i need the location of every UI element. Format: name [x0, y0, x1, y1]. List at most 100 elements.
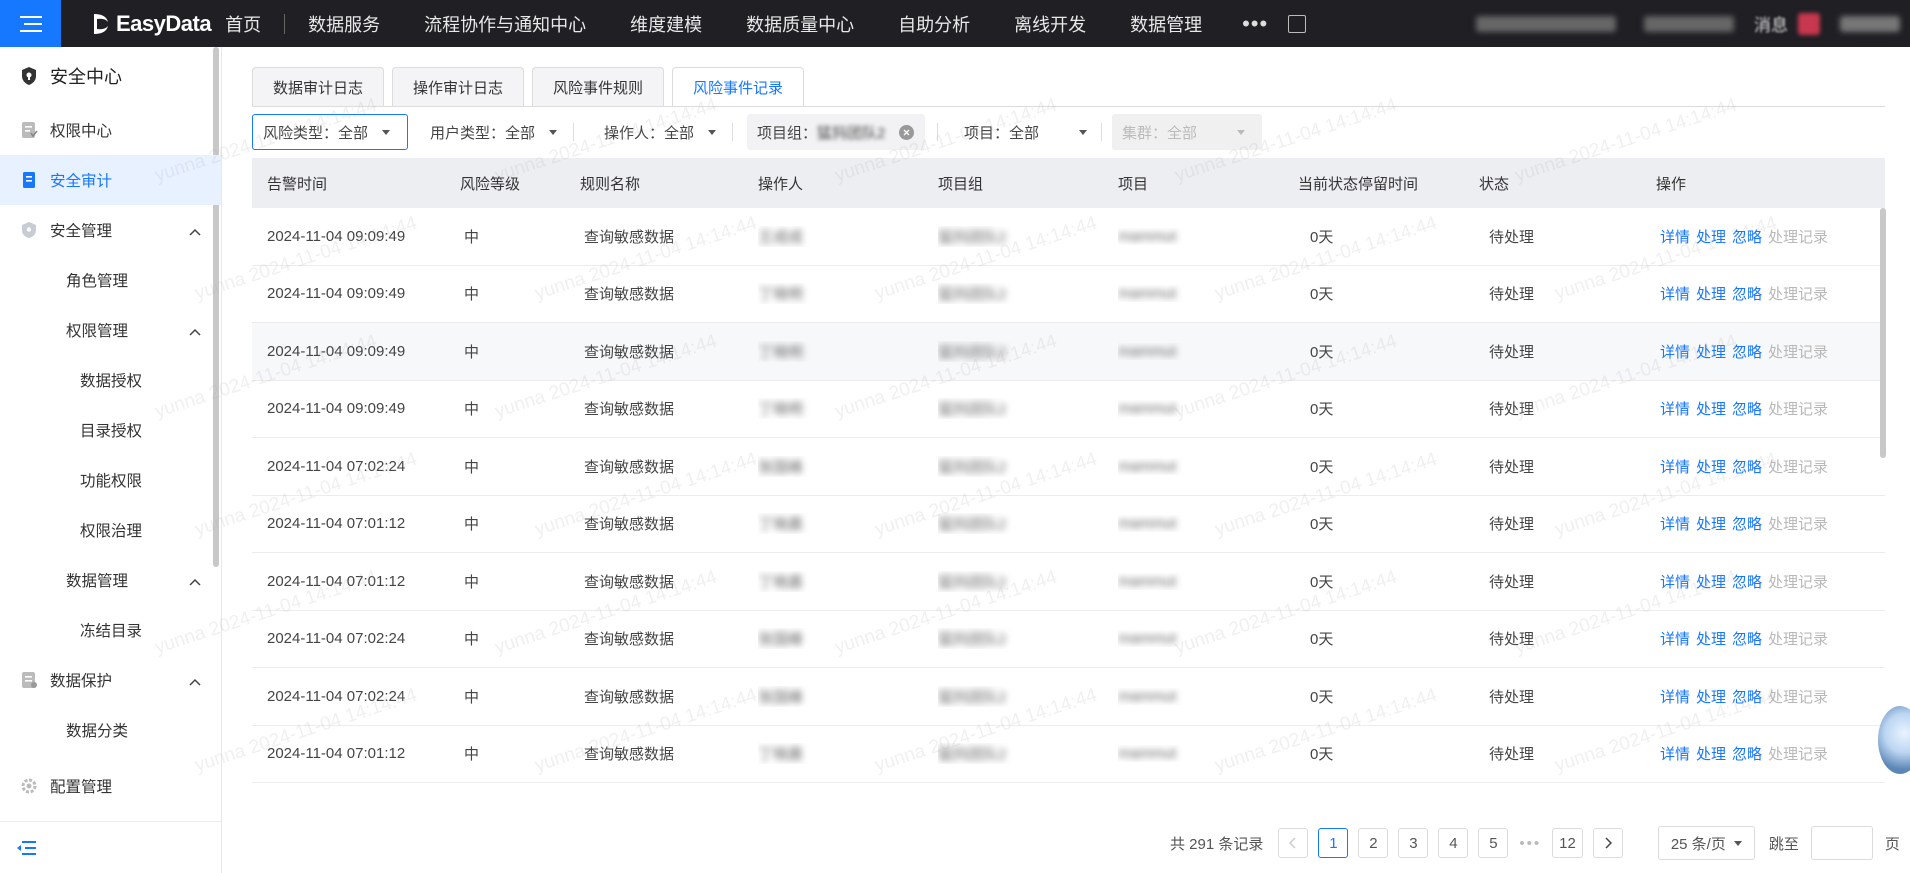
details-link[interactable]: 详情 — [1660, 574, 1690, 591]
sidebar-item[interactable]: 配置管理 — [0, 761, 221, 811]
handle-link[interactable]: 处理 — [1696, 574, 1726, 591]
history-link[interactable]: 处理记录 — [1768, 286, 1828, 303]
nav-item[interactable]: 维度建模 — [608, 11, 724, 37]
history-link[interactable]: 处理记录 — [1768, 401, 1828, 418]
table-row[interactable]: 2024-11-04 07:02:24 中 查询敏感数据 张国峰 猛犸团队2 mammut… — [252, 438, 1885, 496]
details-link[interactable]: 详情 — [1660, 286, 1690, 303]
sidebar-item[interactable]: 数据保护 — [0, 655, 221, 705]
nav-item[interactable]: 流程协作与通知中心 — [402, 11, 608, 37]
history-link[interactable]: 处理记录 — [1768, 746, 1828, 763]
sidebar-item[interactable]: 数据管理 — [0, 555, 221, 605]
table-row[interactable]: 2024-11-04 07:01:12 中 查询敏感数据 丁晓晨 猛犸团队2 mammut… — [252, 553, 1885, 611]
table-row[interactable]: 2024-11-04 09:09:49 中 查询敏感数据 王成成 猛犸团队2 mammut… — [252, 208, 1885, 266]
project-group-select[interactable]: 项目组： 猛犸团队2 — [747, 114, 926, 150]
ignore-link[interactable]: 忽略 — [1732, 344, 1762, 361]
project-select[interactable]: 项目：全部 — [954, 114, 1097, 150]
sidebar-item[interactable]: 安全管理 — [0, 205, 221, 255]
details-link[interactable]: 详情 — [1660, 516, 1690, 533]
handle-link[interactable]: 处理 — [1696, 631, 1726, 648]
chevron-up-icon[interactable] — [189, 223, 201, 236]
chevron-up-icon[interactable] — [189, 323, 201, 336]
table-row[interactable]: 2024-11-04 07:01:12 中 查询敏感数据 丁晓晨 猛犸团队2 mammut… — [252, 726, 1885, 783]
page-button[interactable]: 4 — [1438, 828, 1469, 858]
table-row[interactable]: 2024-11-04 07:02:24 中 查询敏感数据 张国峰 猛犸团队2 mammut… — [252, 611, 1885, 668]
sidebar-item[interactable]: 功能权限 — [0, 455, 221, 505]
sidebar-item[interactable]: 角色管理 — [0, 255, 221, 305]
menu-toggle-button[interactable] — [0, 0, 61, 47]
ignore-link[interactable]: 忽略 — [1732, 286, 1762, 303]
details-link[interactable]: 详情 — [1660, 746, 1690, 763]
operator-select[interactable]: 操作人：全部 — [594, 114, 726, 150]
nav-item[interactable]: 离线开发 — [992, 11, 1108, 37]
more-nav-button[interactable]: ••• — [1224, 11, 1286, 37]
nav-item[interactable]: 自助分析 — [876, 11, 992, 37]
details-link[interactable]: 详情 — [1660, 401, 1690, 418]
handle-link[interactable]: 处理 — [1696, 344, 1726, 361]
handle-link[interactable]: 处理 — [1696, 229, 1726, 246]
details-link[interactable]: 详情 — [1660, 229, 1690, 246]
page-button[interactable]: 1 — [1318, 828, 1349, 858]
chevron-up-icon[interactable] — [189, 673, 201, 686]
tab-1[interactable]: 数据审计日志 — [252, 67, 385, 107]
page-button[interactable]: 3 — [1398, 828, 1429, 858]
sidebar-item[interactable]: 数据分类 — [0, 705, 221, 755]
add-shortcut-icon[interactable] — [1288, 14, 1307, 33]
tab-4[interactable]: 风险事件记录 — [672, 67, 805, 107]
page-button[interactable]: 5 — [1478, 828, 1509, 858]
tab-3[interactable]: 风险事件规则 — [532, 67, 665, 107]
history-link[interactable]: 处理记录 — [1768, 631, 1828, 648]
sidebar-item[interactable]: 目录授权 — [0, 405, 221, 455]
ignore-link[interactable]: 忽略 — [1732, 401, 1762, 418]
table-row[interactable]: 2024-11-04 09:09:49 中 查询敏感数据 丁晓明 猛犸团队2 mammut… — [252, 381, 1885, 438]
sidebar-item[interactable]: 权限管理 — [0, 305, 221, 355]
history-link[interactable]: 处理记录 — [1768, 574, 1828, 591]
sidebar-item[interactable]: 冻结目录 — [0, 605, 221, 655]
page-button[interactable]: 2 — [1358, 828, 1389, 858]
handle-link[interactable]: 处理 — [1696, 401, 1726, 418]
page-ellipsis[interactable]: ••• — [1519, 835, 1541, 852]
brand-logo[interactable]: EasyData — [91, 11, 212, 37]
next-page-button[interactable] — [1592, 828, 1623, 858]
nav-item[interactable]: 数据质量中心 — [724, 11, 876, 37]
details-link[interactable]: 详情 — [1660, 631, 1690, 648]
sidebar-item[interactable]: 数据授权 — [0, 355, 221, 405]
nav-item[interactable]: 数据管理 — [1108, 11, 1224, 37]
message-link[interactable]: 消息 — [1754, 11, 1788, 36]
history-link[interactable]: 处理记录 — [1768, 344, 1828, 361]
details-link[interactable]: 详情 — [1660, 689, 1690, 706]
handle-link[interactable]: 处理 — [1696, 516, 1726, 533]
risk-type-select[interactable]: 风险类型：全部 — [252, 114, 408, 150]
tab-2[interactable]: 操作审计日志 — [392, 67, 525, 107]
nav-item[interactable]: 首页 — [219, 11, 283, 37]
sidebar-item[interactable]: 安全审计 — [0, 155, 221, 205]
table-row[interactable]: 2024-11-04 07:01:12 中 查询敏感数据 丁晓晨 猛犸团队2 mammut… — [252, 496, 1885, 553]
details-link[interactable]: 详情 — [1660, 344, 1690, 361]
chevron-up-icon[interactable] — [189, 573, 201, 586]
history-link[interactable]: 处理记录 — [1768, 689, 1828, 706]
table-scrollbar[interactable] — [1880, 208, 1886, 458]
sidebar-item[interactable]: 权限中心 — [0, 105, 221, 155]
ignore-link[interactable]: 忽略 — [1732, 631, 1762, 648]
ignore-link[interactable]: 忽略 — [1732, 574, 1762, 591]
page-size-select[interactable]: 25 条/页 — [1657, 826, 1755, 860]
user-avatar[interactable] — [1840, 15, 1900, 32]
clear-icon[interactable] — [899, 124, 915, 140]
ignore-link[interactable]: 忽略 — [1732, 689, 1762, 706]
handle-link[interactable]: 处理 — [1696, 459, 1726, 476]
table-row[interactable]: 2024-11-04 09:09:49 中 查询敏感数据 丁晓明 猛犸团队2 mammut… — [252, 266, 1885, 323]
ignore-link[interactable]: 忽略 — [1732, 516, 1762, 533]
history-link[interactable]: 处理记录 — [1768, 459, 1828, 476]
details-link[interactable]: 详情 — [1660, 459, 1690, 476]
jump-page-input[interactable] — [1810, 826, 1873, 860]
sidebar-item[interactable]: 权限治理 — [0, 505, 221, 555]
ignore-link[interactable]: 忽略 — [1732, 746, 1762, 763]
table-row[interactable]: 2024-11-04 09:09:49 中 查询敏感数据 丁晓明 猛犸团队2 mammut… — [252, 323, 1885, 381]
collapse-sidebar-button[interactable] — [0, 821, 221, 873]
ignore-link[interactable]: 忽略 — [1732, 229, 1762, 246]
ignore-link[interactable]: 忽略 — [1732, 459, 1762, 476]
handle-link[interactable]: 处理 — [1696, 746, 1726, 763]
user-type-select[interactable]: 用户类型：全部 — [420, 114, 567, 150]
handle-link[interactable]: 处理 — [1696, 286, 1726, 303]
nav-item[interactable]: 数据服务 — [286, 11, 402, 37]
table-row[interactable]: 2024-11-04 07:02:24 中 查询敏感数据 张国峰 猛犸团队2 mammut… — [252, 668, 1885, 726]
